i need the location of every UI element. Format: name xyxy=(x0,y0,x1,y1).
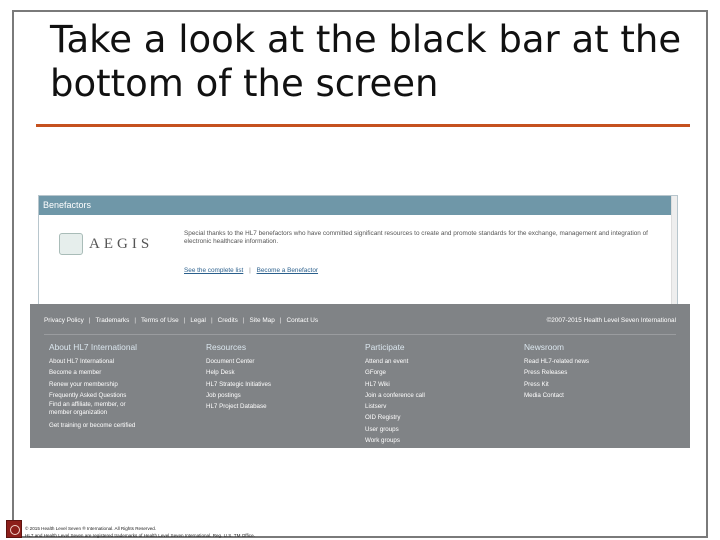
footer-link-privacy-policy[interactable]: Privacy Policy xyxy=(44,317,84,324)
footer-column-about: About HL7 International About HL7 Intern… xyxy=(49,342,149,431)
footer-copyright: ©2007-2015 Health Level Seven Internatio… xyxy=(546,317,676,324)
website-screenshot: Benefactors AEGIS Special thanks to the … xyxy=(30,186,690,448)
see-complete-list-link[interactable]: See the complete list xyxy=(184,267,243,274)
footer-link-site-map[interactable]: Site Map xyxy=(250,317,275,324)
footer-link-terms-of-use[interactable]: Terms of Use xyxy=(141,317,179,324)
aegis-logo[interactable]: AEGIS xyxy=(59,228,179,260)
benefactors-panel: Benefactors AEGIS Special thanks to the … xyxy=(38,195,678,314)
benefactors-description: Special thanks to the HL7 benefactors wh… xyxy=(184,230,648,245)
benefactors-header: Benefactors xyxy=(39,196,677,215)
footer-link[interactable]: About HL7 International xyxy=(49,356,149,367)
footer-column-participate: Participate Attend an event GForge HL7 W… xyxy=(365,342,425,446)
footer-link[interactable]: HL7 Project Database xyxy=(206,401,271,412)
footer-top-links: Privacy Policy | Trademarks | Terms of U… xyxy=(44,317,676,324)
footer-link[interactable]: HL7 Strategic Initiatives xyxy=(206,379,271,390)
footer-column-heading[interactable]: About HL7 International xyxy=(49,342,149,352)
aegis-emblem-icon xyxy=(59,233,83,255)
slide-title: Take a look at the black bar at the bott… xyxy=(50,18,682,105)
footer-link-contact-us[interactable]: Contact Us xyxy=(286,317,318,324)
footer-link[interactable]: Help Desk xyxy=(206,367,271,378)
footer-link[interactable]: Join a conference call xyxy=(365,390,425,401)
become-benefactor-link[interactable]: Become a Benefactor xyxy=(257,267,318,274)
footer-link[interactable]: HL7 Wiki xyxy=(365,379,425,390)
link-separator: | xyxy=(249,267,251,274)
aegis-logo-text: AEGIS xyxy=(89,235,154,252)
footer-link[interactable]: Read HL7-related news xyxy=(524,356,589,367)
footer-link[interactable]: Attend an event xyxy=(365,356,425,367)
footer-link[interactable]: Find an affiliate, member, or member org… xyxy=(49,401,149,417)
footer-column-heading[interactable]: Participate xyxy=(365,342,425,352)
footer-link[interactable]: Press Releases xyxy=(524,367,589,378)
footer-column-heading[interactable]: Resources xyxy=(206,342,271,352)
slide-copyright-line: © 2015 Health Level Seven ® Internationa… xyxy=(25,526,157,531)
footer-link[interactable]: Frequently Asked Questions xyxy=(49,390,149,401)
footer-link[interactable]: GForge xyxy=(365,367,425,378)
footer-link[interactable]: Renew your membership xyxy=(49,379,149,390)
benefactors-links: See the complete list | Become a Benefac… xyxy=(184,267,318,274)
slide-footer: © 2015 Health Level Seven ® Internationa… xyxy=(6,520,406,540)
footer-link-legal[interactable]: Legal xyxy=(190,317,206,324)
footer-link[interactable]: Listserv xyxy=(365,401,425,412)
title-rule xyxy=(36,124,690,127)
footer-link[interactable]: Become a member xyxy=(49,367,149,378)
footer-link-trademarks[interactable]: Trademarks xyxy=(95,317,129,324)
footer-link-credits[interactable]: Credits xyxy=(218,317,238,324)
footer-link[interactable]: Get training or become certified xyxy=(49,420,149,431)
page-scrollbar[interactable] xyxy=(671,196,677,314)
footer-column-newsroom: Newsroom Read HL7-related news Press Rel… xyxy=(524,342,589,401)
hl7-logo-icon xyxy=(6,520,22,538)
footer-link[interactable]: Job postings xyxy=(206,390,271,401)
footer-link[interactable]: Work groups xyxy=(365,435,425,446)
footer-link[interactable]: Media Contact xyxy=(524,390,589,401)
site-footer: Privacy Policy | Trademarks | Terms of U… xyxy=(30,304,690,448)
footer-column-heading[interactable]: Newsroom xyxy=(524,342,589,352)
slide-trademark-line: HL7 and Health Level Seven are registere… xyxy=(25,533,255,538)
footer-link[interactable]: OID Registry xyxy=(365,412,425,423)
footer-divider xyxy=(44,334,676,335)
footer-link[interactable]: User groups xyxy=(365,424,425,435)
footer-link[interactable]: Press Kit xyxy=(524,379,589,390)
footer-column-resources: Resources Document Center Help Desk HL7 … xyxy=(206,342,271,412)
footer-link[interactable]: Document Center xyxy=(206,356,271,367)
